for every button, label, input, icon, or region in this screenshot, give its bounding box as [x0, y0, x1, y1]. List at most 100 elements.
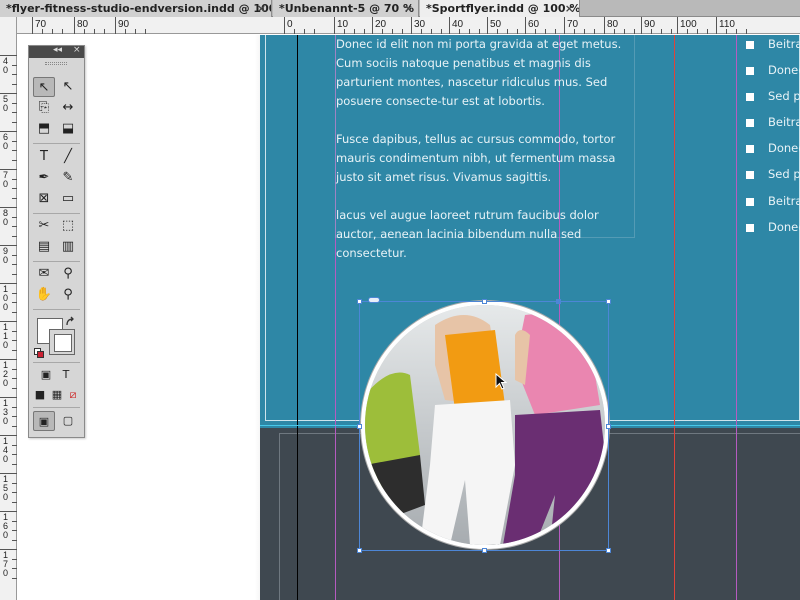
ruler-tick [671, 29, 672, 34]
screen-mode-icon[interactable]: ▢ [57, 411, 79, 431]
ruler-label: 160 [3, 512, 9, 540]
resize-handle-left[interactable] [357, 424, 362, 429]
free-transform-tool-icon[interactable]: ⬚ [57, 216, 79, 236]
apply-none-icon[interactable]: ⧄ [62, 385, 84, 405]
gap-tool-icon[interactable]: ↔ [57, 98, 79, 118]
close-icon[interactable]: × [565, 0, 574, 17]
ruler-tick [421, 29, 422, 34]
line-tool-icon[interactable]: ╱ [57, 147, 79, 167]
body-text-frame[interactable]: Donec id elit non mi porta gravida at eg… [336, 35, 636, 282]
close-icon[interactable]: × [257, 0, 266, 17]
gradient-feather-tool-icon[interactable]: ▥ [57, 237, 79, 257]
default-fill-stroke-icon[interactable] [34, 348, 44, 358]
ruler-tick [0, 435, 17, 436]
rectangle-tool-icon[interactable]: ▭ [57, 189, 79, 209]
ruler-tick [0, 169, 17, 170]
resize-handle-bottom-left[interactable] [357, 548, 362, 553]
close-icon[interactable]: × [404, 0, 413, 17]
resize-handle-bottom-right[interactable] [606, 548, 611, 553]
link-icon[interactable] [368, 297, 380, 303]
ruler-tick [441, 29, 442, 34]
ruler-tick [0, 207, 17, 208]
ruler-tick [294, 29, 295, 34]
tab-flyer-fitness-studio[interactable]: *flyer-fitness-studio-endversion.indd @ … [0, 0, 272, 17]
ruler-tick [104, 29, 105, 34]
eyedropper-tool-icon[interactable]: ⚲ [57, 264, 79, 284]
ruler-tick [354, 29, 355, 34]
selection-bounding-box[interactable] [359, 301, 609, 551]
ruler-label: 60 [3, 132, 9, 151]
collapse-panel-icon[interactable]: ◂◂ [53, 45, 62, 55]
ruler-tick [84, 29, 85, 34]
content-placer-tool-icon[interactable]: ⬓ [57, 119, 79, 139]
ruler-tick [707, 29, 708, 34]
ruler-tick [0, 359, 17, 360]
ruler-label: 100 [3, 284, 9, 312]
resize-handle-bottom[interactable] [482, 548, 487, 553]
ruler-tick [604, 17, 605, 34]
ruler-tick [0, 283, 17, 284]
ruler-label: 80 [3, 208, 9, 227]
ruler-tick [697, 29, 698, 34]
body-paragraph: lacus vel augue laoreet rutrum faucibus … [336, 208, 599, 260]
resize-handle-top-left[interactable] [357, 299, 362, 304]
ruler-tick [716, 17, 717, 34]
hand-tool-icon[interactable]: ✋ [33, 285, 55, 305]
ruler-tick [584, 29, 585, 34]
pencil-tool-icon[interactable]: ✎ [57, 168, 79, 188]
swap-fill-stroke-icon[interactable] [65, 316, 77, 328]
content-grabber-handle[interactable] [556, 299, 561, 304]
formatting-text-icon[interactable]: T [55, 365, 77, 385]
mouse-pointer-icon [495, 373, 508, 390]
horizontal-ruler[interactable]: 70 80 90 0 10 20 30 40 50 60 70 80 90 100 110 [17, 17, 800, 34]
selection-tool-icon[interactable]: ↖ [33, 77, 55, 97]
ruler-tick [382, 29, 383, 34]
divider [33, 362, 80, 363]
resize-handle-right[interactable] [606, 424, 611, 429]
ruler-tick [364, 29, 365, 34]
ruler-tick [555, 29, 556, 34]
vertical-ruler[interactable]: 40 50 60 70 80 90 100 110 120 130 140 150 160 170 [0, 17, 17, 600]
scissors-tool-icon[interactable]: ✂ [33, 216, 55, 236]
tab-unbenannt-5[interactable]: *Unbenannt-5 @ 70 % × [273, 0, 419, 17]
panel-grip[interactable] [45, 62, 67, 65]
direct-selection-tool-icon[interactable]: ↖ [57, 77, 79, 97]
content-collector-tool-icon[interactable]: ⬒ [33, 119, 55, 139]
ruler-tick [0, 511, 17, 512]
ruler-label: 170 [3, 550, 9, 578]
ruler-label: 0 [287, 19, 293, 30]
resize-handle-top-right[interactable] [606, 299, 611, 304]
ruler-tick [125, 29, 126, 34]
tools-panel-header[interactable]: ◂◂ × [29, 45, 84, 58]
ruler-tick [344, 29, 345, 34]
type-tool-icon[interactable]: T [33, 147, 55, 167]
normal-view-icon[interactable]: ▣ [33, 411, 55, 431]
document-canvas[interactable]: Donec id elit non mi porta gravida at eg… [17, 35, 800, 600]
ruler-tick [0, 93, 17, 94]
bullet-square-icon [746, 93, 754, 101]
resize-handle-top[interactable] [482, 299, 487, 304]
formatting-container-icon[interactable]: ▣ [35, 365, 57, 385]
ruler-label: 50 [490, 19, 502, 30]
ruler-label: 40 [3, 56, 9, 75]
ruler-tick [0, 245, 17, 246]
stroke-color-swatch[interactable] [49, 329, 75, 355]
ruler-label: 80 [607, 19, 619, 30]
close-icon[interactable]: × [73, 45, 81, 55]
zoom-tool-icon[interactable]: ⚲ [57, 285, 79, 305]
ruler-tick [469, 29, 470, 34]
document-tab-bar: *flyer-fitness-studio-endversion.indd @ … [0, 0, 800, 17]
ruler-tick [372, 17, 373, 34]
bullet-square-icon [746, 145, 754, 153]
divider [33, 407, 80, 408]
rectangle-frame-tool-icon[interactable]: ⊠ [33, 189, 55, 209]
note-tool-icon[interactable]: ✉ [33, 264, 55, 284]
page-tool-icon[interactable]: ⎘ [33, 98, 55, 118]
ruler-label: 70 [567, 19, 579, 30]
ruler-tick [634, 29, 635, 34]
tab-sportflyer[interactable]: *Sportflyer.indd @ 100 % × [420, 0, 580, 17]
ruler-tick [479, 29, 480, 34]
pen-tool-icon[interactable]: ✒ [33, 168, 55, 188]
divider [33, 143, 80, 144]
gradient-swatch-tool-icon[interactable]: ▤ [33, 237, 55, 257]
